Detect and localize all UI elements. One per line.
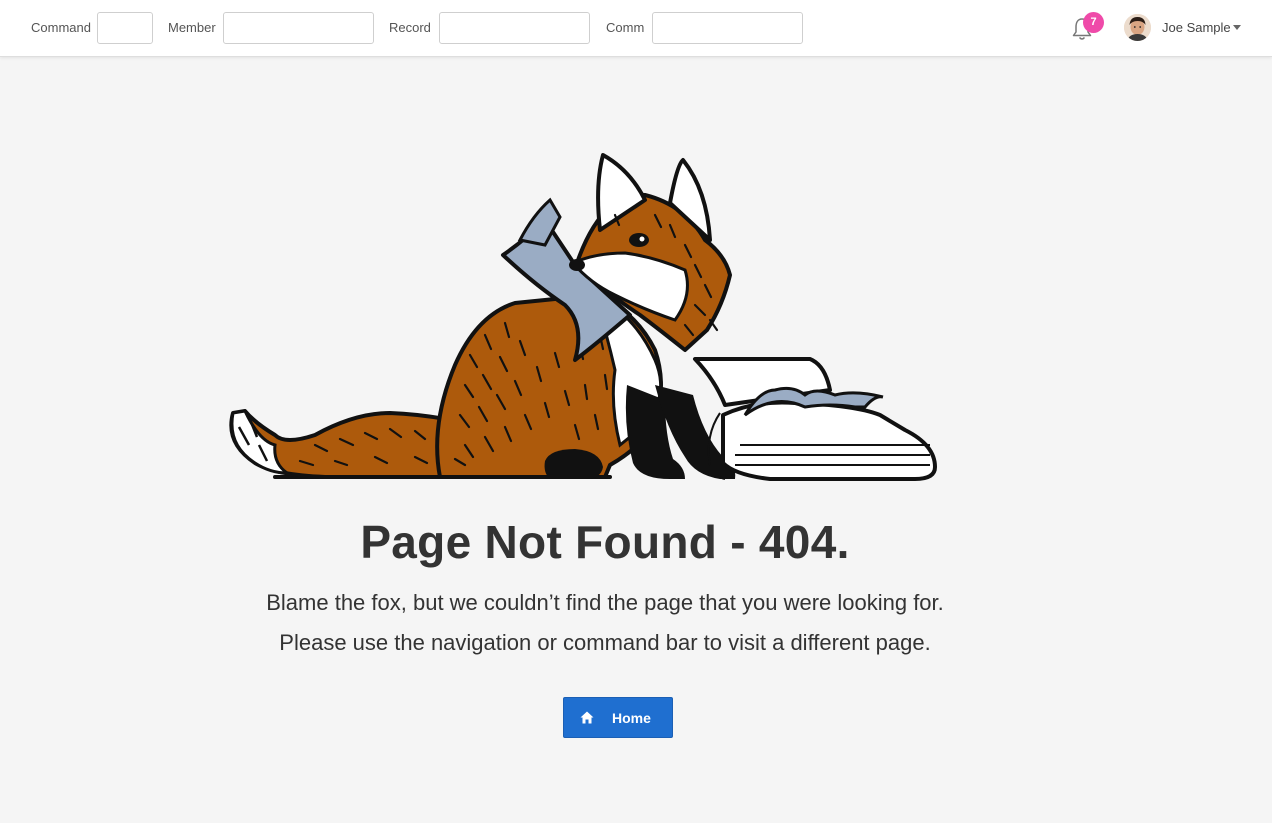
caret-down-icon[interactable] <box>1233 25 1241 30</box>
home-button-label: Home <box>612 710 651 726</box>
top-bar: Command Member Record Comm 7 Joe Sample <box>0 0 1272 57</box>
home-button[interactable]: Home <box>563 697 673 738</box>
page-title: Page Not Found - 404. <box>360 516 850 568</box>
error-message-line1: Blame the fox, but we couldn’t find the … <box>266 590 944 615</box>
user-name[interactable]: Joe Sample <box>1162 20 1231 35</box>
member-label: Member <box>168 20 216 35</box>
home-icon <box>580 711 594 724</box>
command-label: Command <box>31 20 91 35</box>
user-avatar[interactable] <box>1124 14 1151 41</box>
command-input[interactable] <box>97 12 153 44</box>
error-message-line2: Please use the navigation or command bar… <box>279 630 931 655</box>
fox-illustration <box>215 145 955 490</box>
record-label: Record <box>389 20 431 35</box>
comm-input[interactable] <box>652 12 803 44</box>
notification-count-badge[interactable]: 7 <box>1083 12 1104 33</box>
member-input[interactable] <box>223 12 374 44</box>
comm-label: Comm <box>606 20 645 35</box>
record-input[interactable] <box>439 12 590 44</box>
